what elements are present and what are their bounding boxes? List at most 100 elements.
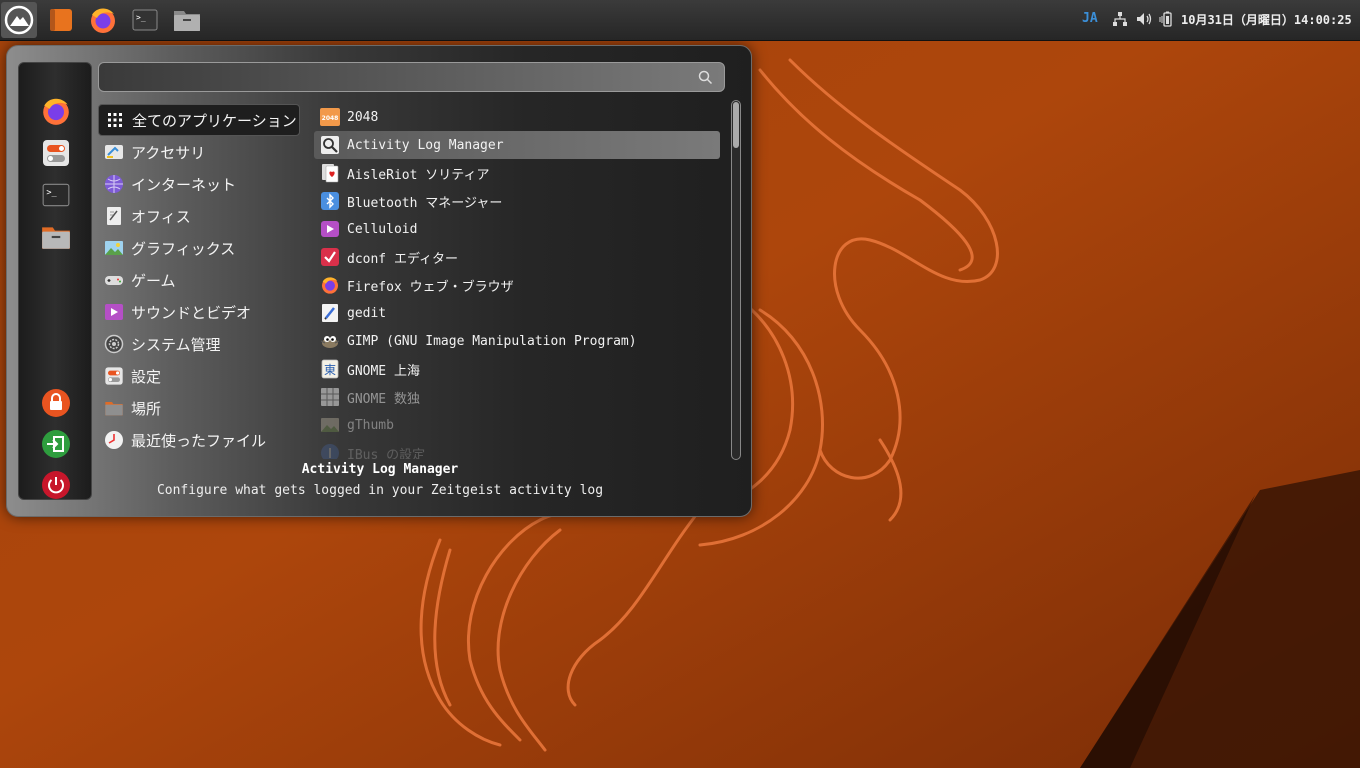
app-aisleriot[interactable]: AisleRiot ソリティア (314, 159, 720, 187)
app-label: AisleRiot ソリティア (347, 167, 490, 183)
app-gthumb[interactable]: gThumb (314, 411, 720, 439)
category-all-applications[interactable]: 全てのアプリケーション (98, 104, 300, 136)
app-label: gedit (347, 305, 387, 321)
gimp-icon (320, 331, 340, 351)
office-icon (104, 206, 124, 226)
network-wired-icon (1113, 12, 1127, 26)
app-list-scrollbar[interactable] (731, 100, 741, 460)
scrollbar-thumb[interactable] (733, 102, 739, 148)
app-label: Activity Log Manager (347, 137, 504, 153)
firefox-icon (43, 98, 69, 125)
orange-app-launcher[interactable] (43, 2, 79, 38)
language-indicator[interactable]: JA (1082, 11, 1098, 26)
app-label: GNOME 数独 (347, 391, 420, 407)
folder-icon (104, 398, 124, 418)
network-indicator[interactable] (1112, 11, 1128, 30)
svg-text:>_: >_ (46, 188, 57, 198)
cards-icon (320, 163, 340, 183)
app-gnome-sudoku[interactable]: GNOME 数独 (314, 383, 720, 411)
app-dconf-editor[interactable]: dconf エディター (314, 243, 720, 271)
2048-icon: 2048 (320, 107, 340, 127)
bluetooth-icon (320, 191, 340, 211)
file-manager-launcher[interactable] (169, 2, 205, 38)
logout-button[interactable] (40, 428, 72, 460)
category-system-administration[interactable]: システム管理 (98, 328, 308, 360)
firefox-icon (91, 8, 115, 33)
category-label: ゲーム (131, 271, 176, 290)
app-label: GNOME 上海 (347, 363, 420, 379)
app-ibus-settings[interactable]: IBus の設定 (314, 439, 720, 459)
category-places[interactable]: 場所 (98, 392, 308, 424)
app-2048[interactable]: 2048 2048 (314, 103, 720, 131)
app-celluloid[interactable]: Celluloid (314, 215, 720, 243)
app-label: Celluloid (347, 221, 418, 237)
logout-icon (42, 430, 70, 458)
lock-screen-icon (42, 389, 70, 417)
recent-clock-icon (104, 430, 124, 450)
svg-text:>_: >_ (136, 13, 146, 22)
application-list: 2048 2048 Activity Log Manager AisleRiot… (314, 103, 720, 459)
gthumb-icon (320, 415, 340, 435)
internet-icon (104, 174, 124, 194)
category-office[interactable]: オフィス (98, 200, 308, 232)
category-label: 最近使ったファイル (131, 431, 267, 450)
app-label: dconf エディター (347, 251, 459, 267)
search-input[interactable] (107, 67, 691, 89)
graphics-icon (104, 238, 124, 258)
category-label: 全てのアプリケーション (132, 111, 297, 130)
application-menu: >_ 全てのアプリケーション アクセサリ インターネット オフィス グラフィック… (6, 45, 752, 517)
activity-log-icon (320, 135, 340, 155)
category-games[interactable]: ゲーム (98, 264, 308, 296)
system-gear-icon (104, 334, 124, 354)
category-graphics[interactable]: グラフィックス (98, 232, 308, 264)
terminal-icon: >_ (132, 9, 158, 31)
terminal-icon: >_ (42, 183, 70, 207)
mahjongg-icon: 東 (320, 359, 340, 379)
firefox-launcher[interactable] (85, 2, 121, 38)
ubuntu-mate-menu-icon (4, 5, 34, 35)
category-label: 場所 (131, 399, 162, 418)
favorite-terminal[interactable]: >_ (40, 179, 72, 211)
settings-toggle-icon (104, 366, 124, 386)
app-label: gThumb (347, 417, 394, 433)
category-label: 設定 (131, 367, 162, 386)
category-label: オフィス (131, 207, 191, 226)
battery-icon (1159, 11, 1172, 27)
category-label: アクセサリ (131, 143, 206, 162)
terminal-launcher[interactable]: >_ (127, 2, 163, 38)
favorites-sidebar: >_ (18, 62, 92, 500)
category-label: インターネット (131, 175, 237, 194)
category-internet[interactable]: インターネット (98, 168, 308, 200)
app-gedit[interactable]: gedit (314, 299, 720, 327)
battery-indicator[interactable] (1159, 11, 1175, 30)
app-bluetooth-manager[interactable]: Bluetooth マネージャー (314, 187, 720, 215)
file-manager-icon (174, 11, 200, 31)
favorite-files[interactable] (40, 221, 72, 253)
gedit-icon (320, 303, 340, 323)
favorite-settings[interactable] (40, 137, 72, 169)
speaker-icon (1137, 13, 1152, 25)
orange-app-icon (50, 9, 72, 31)
settings-toggle-icon (43, 140, 69, 166)
category-settings[interactable]: 設定 (98, 360, 308, 392)
lock-screen-button[interactable] (40, 387, 72, 419)
firefox-icon (320, 275, 340, 295)
ubuntu-mate-menu-button[interactable] (1, 2, 37, 38)
app-description-title: Activity Log Manager (301, 462, 459, 477)
app-gnome-mahjongg[interactable]: 東 GNOME 上海 (314, 355, 720, 383)
app-activity-log-manager[interactable]: Activity Log Manager (314, 131, 720, 159)
search-box[interactable] (98, 62, 725, 92)
celluloid-icon (320, 219, 340, 239)
app-label: 2048 (347, 109, 379, 125)
favorite-firefox[interactable] (40, 95, 72, 127)
app-description-text: Configure what gets logged in your Zeitg… (156, 483, 604, 498)
category-accessories[interactable]: アクセサリ (98, 136, 308, 168)
app-label: Bluetooth マネージャー (347, 195, 503, 211)
clock[interactable]: 10月31日（月曜日）14:00:25 (1181, 11, 1352, 28)
app-firefox[interactable]: Firefox ウェブ・ブラウザ (314, 271, 720, 299)
app-gimp[interactable]: GIMP (GNU Image Manipulation Program) (314, 327, 720, 355)
category-list: 全てのアプリケーション アクセサリ インターネット オフィス グラフィックス ゲ… (98, 104, 308, 456)
volume-indicator[interactable] (1136, 11, 1154, 30)
category-sound-video[interactable]: サウンドとビデオ (98, 296, 308, 328)
category-recent-files[interactable]: 最近使ったファイル (98, 424, 308, 456)
